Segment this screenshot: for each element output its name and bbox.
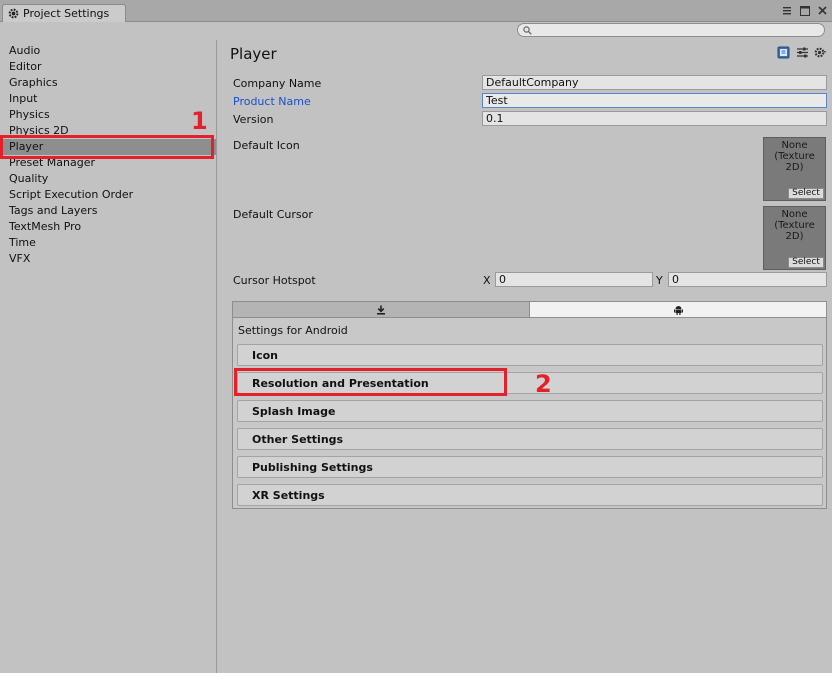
product-name-label: Product Name [233, 95, 311, 108]
android-icon [673, 305, 683, 315]
section-label: XR Settings [252, 489, 325, 502]
version-field[interactable]: 0.1 [482, 111, 827, 126]
annotation-number-2: 2 [535, 370, 552, 398]
annotation-box-resolution [234, 368, 507, 396]
android-settings-box: Settings for Android Icon Resolution and… [232, 317, 827, 509]
menu-icon[interactable] [780, 4, 794, 17]
tab-standalone[interactable] [232, 301, 530, 318]
preset-sliders-icon[interactable] [796, 46, 809, 59]
section-label: Splash Image [252, 405, 336, 418]
section-icon[interactable]: Icon [237, 344, 823, 366]
gear-icon[interactable] [814, 46, 827, 59]
search-icon [523, 25, 532, 35]
sidebar-item-editor[interactable]: Editor [0, 59, 216, 75]
download-icon [376, 305, 386, 315]
hotspot-y-label: Y [656, 274, 663, 287]
section-publishing-settings[interactable]: Publishing Settings [237, 456, 823, 478]
sidebar-item-script-execution-order[interactable]: Script Execution Order [0, 187, 216, 203]
default-icon-select-button[interactable]: Select [788, 188, 824, 199]
annotation-box-player [0, 135, 214, 159]
window-title: Project Settings [23, 7, 110, 20]
maximize-icon[interactable] [798, 4, 812, 17]
settings-for-android-label: Settings for Android [238, 324, 348, 337]
section-splash-image[interactable]: Splash Image [237, 400, 823, 422]
tab-android[interactable] [529, 301, 827, 318]
texture-none-text: None (Texture 2D) [774, 140, 815, 173]
sidebar-item-vfx[interactable]: VFX [0, 251, 216, 267]
cursor-hotspot-label: Cursor Hotspot [233, 274, 316, 287]
section-other-settings[interactable]: Other Settings [237, 428, 823, 450]
default-cursor-label: Default Cursor [233, 208, 313, 221]
sidebar-item-time[interactable]: Time [0, 235, 216, 251]
texture-none-text: None (Texture 2D) [774, 209, 815, 242]
section-xr-settings[interactable]: XR Settings [237, 484, 823, 506]
gear-icon [8, 8, 19, 19]
version-label: Version [233, 113, 274, 126]
section-label: Other Settings [252, 433, 344, 446]
tab-project-settings[interactable]: Project Settings [2, 4, 126, 22]
section-label: Icon [252, 349, 279, 362]
company-name-field[interactable]: DefaultCompany [482, 75, 827, 90]
sidebar-item-physics[interactable]: Physics [0, 107, 216, 123]
hotspot-y-field[interactable]: 0 [668, 272, 827, 287]
sidebar-item-audio[interactable]: Audio [0, 43, 216, 59]
platform-tabs [232, 301, 827, 318]
company-name-label: Company Name [233, 77, 322, 90]
page-title: Player [230, 45, 277, 63]
search-row [0, 22, 832, 40]
hotspot-x-field[interactable]: 0 [495, 272, 653, 287]
sidebar-item-tags-and-layers[interactable]: Tags and Layers [0, 203, 216, 219]
sidebar-item-input[interactable]: Input [0, 91, 216, 107]
search-input[interactable] [517, 23, 825, 37]
annotation-number-1: 1 [191, 107, 208, 135]
sidebar-item-graphics[interactable]: Graphics [0, 75, 216, 91]
default-icon-texture-slot[interactable]: None (Texture 2D) Select [763, 137, 826, 201]
title-bar: Project Settings [0, 0, 832, 22]
default-cursor-select-button[interactable]: Select [788, 257, 824, 268]
default-cursor-texture-slot[interactable]: None (Texture 2D) Select [763, 206, 826, 270]
help-book-icon[interactable] [777, 46, 790, 59]
sidebar-item-quality[interactable]: Quality [0, 171, 216, 187]
product-name-field[interactable]: Test [482, 93, 827, 108]
default-icon-label: Default Icon [233, 139, 300, 152]
hotspot-x-label: X [483, 274, 491, 287]
player-settings-panel: Player Company Name DefaultCompany Produ… [218, 40, 832, 673]
sidebar-item-textmesh-pro[interactable]: TextMesh Pro [0, 219, 216, 235]
close-icon[interactable] [815, 4, 829, 17]
section-label: Publishing Settings [252, 461, 373, 474]
